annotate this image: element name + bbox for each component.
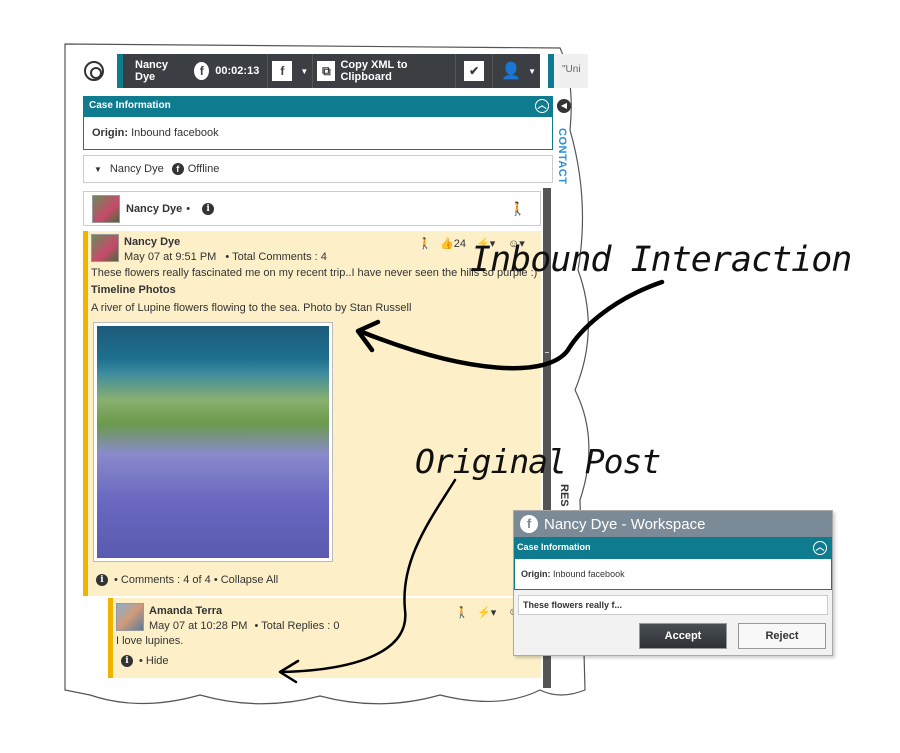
workspace-origin-value: Inbound facebook	[553, 569, 625, 579]
workspace-message-preview: These flowers really f...	[518, 595, 828, 615]
accept-button[interactable]: Accept	[639, 623, 727, 649]
inbound-interaction-annotation: Inbound Interaction	[470, 240, 852, 280]
workspace-case-title: Case Information	[517, 542, 591, 552]
workspace-case-header[interactable]: Case Information ︿	[514, 537, 832, 558]
workspace-toast: f Nancy Dye - Workspace Case Information…	[513, 510, 833, 656]
original-post-annotation: Original Post	[415, 442, 661, 481]
workspace-case-body: Origin: Inbound facebook	[514, 558, 832, 590]
collapse-chevron-icon[interactable]: ︿	[813, 541, 827, 555]
workspace-origin-label: Origin:	[521, 569, 551, 579]
workspace-title: Nancy Dye - Workspace	[544, 515, 706, 533]
original-arrow	[280, 478, 457, 674]
workspace-header: f Nancy Dye - Workspace	[514, 511, 832, 537]
facebook-icon: f	[520, 515, 538, 533]
inbound-arrow	[359, 279, 665, 371]
reject-button[interactable]: Reject	[738, 623, 826, 649]
